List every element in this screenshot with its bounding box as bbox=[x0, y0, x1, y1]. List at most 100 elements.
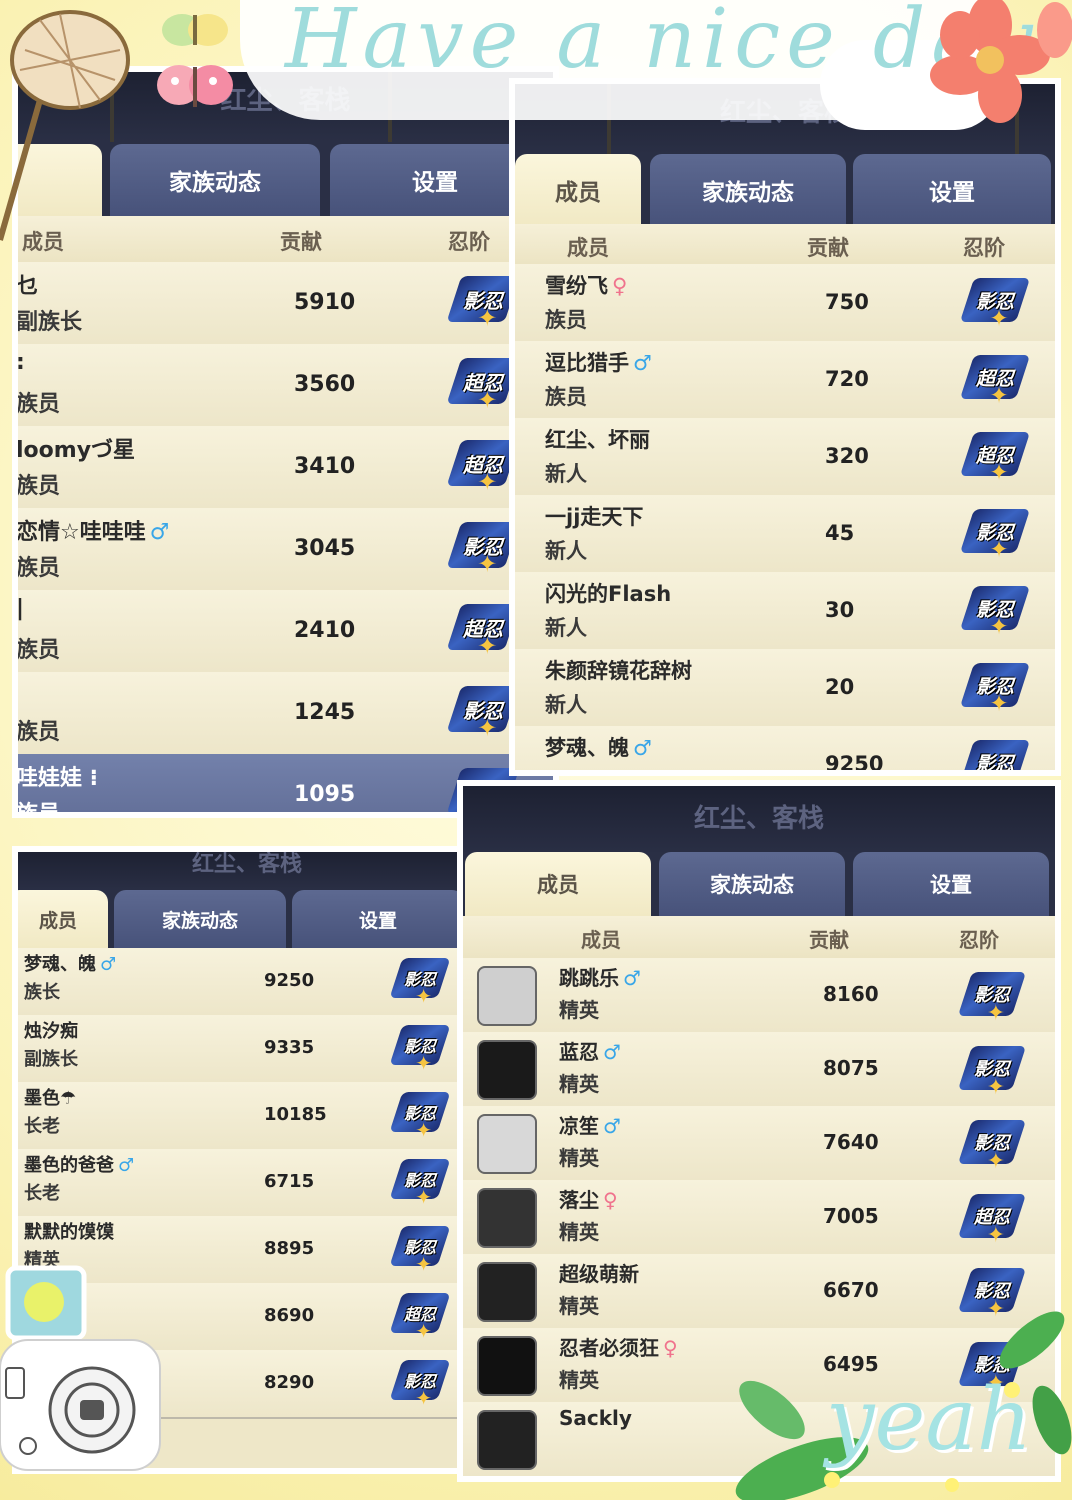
tab-settings[interactable]: 设置 bbox=[853, 852, 1049, 916]
member-contribution: 8895 bbox=[264, 1238, 315, 1259]
star-icon: ✦ bbox=[415, 1319, 432, 1343]
tab-guild-news[interactable]: 家族动态 bbox=[110, 144, 320, 216]
dark-avatar bbox=[477, 1410, 537, 1470]
member-name: 雪纷飞 ♀ bbox=[545, 274, 628, 298]
male-icon: ♂ bbox=[149, 520, 170, 545]
guild-header: 红尘、客栈 bbox=[463, 786, 1055, 856]
member-contribution: 10185 bbox=[264, 1104, 327, 1125]
member-row[interactable]: 凉笙 ♂ 精英 7640 影忍 ✦ bbox=[463, 1106, 1055, 1182]
member-row[interactable]: 墨色的爸爸 ♂ 长老 6715 影忍 ✦ bbox=[18, 1149, 476, 1218]
rank-badge: 超忍✦ bbox=[959, 355, 1031, 409]
header-rank: 忍阶 bbox=[448, 230, 490, 254]
tab-members[interactable]: 成员 bbox=[515, 154, 641, 226]
member-role: 精英 bbox=[559, 1368, 599, 1392]
rank-badge: 影忍✦ bbox=[389, 1226, 451, 1276]
decorative-yeah: yeah bbox=[825, 1370, 1032, 1470]
tab-settings[interactable]: 设置 bbox=[330, 144, 540, 216]
member-row[interactable]: 红尘、坏丽 新人 320 超忍 ✦ bbox=[515, 418, 1055, 497]
member-contribution: 5910 bbox=[294, 290, 356, 315]
rank-badge: 影忍✦ bbox=[959, 278, 1031, 332]
tab-guild-news[interactable]: 家族动态 bbox=[659, 852, 845, 916]
rank-badge: 影忍✦ bbox=[389, 958, 451, 1008]
member-role: 新人 bbox=[545, 462, 587, 486]
member-contribution: 1245 bbox=[294, 700, 356, 725]
butterfly-icon bbox=[162, 14, 228, 46]
rank-badge: 影忍✦ bbox=[446, 522, 520, 578]
member-role: 精英 bbox=[559, 1146, 599, 1170]
badge-label: 影忍 bbox=[975, 752, 1014, 771]
member-row[interactable]: 落尘 ♀ 精英 7005 超忍 ✦ bbox=[463, 1180, 1055, 1256]
member-row[interactable]: 雪纷飞 ♀ 族员 750 影忍 ✦ bbox=[515, 264, 1055, 343]
member-name: 朱颜辞镜花辞树 bbox=[545, 659, 692, 683]
rank-badge: 超忍✦ bbox=[446, 358, 520, 414]
star-icon: ✦ bbox=[989, 537, 1009, 563]
mask-avatar bbox=[477, 1336, 537, 1396]
tab-guild-news[interactable]: 家族动态 bbox=[114, 890, 286, 948]
rank-badge: 影忍✦ bbox=[957, 1120, 1027, 1174]
member-row[interactable]: 闪光的Flash 新人 30 影忍 ✦ bbox=[515, 572, 1055, 651]
member-name: loomyづ星 bbox=[18, 438, 136, 463]
member-row[interactable]: 烛汐痴 副族长 9335 影忍 ✦ bbox=[18, 1015, 476, 1084]
star-icon: ✦ bbox=[415, 1386, 432, 1410]
member-row[interactable]: 梦魂、魄♂ 9250 影忍✦ bbox=[515, 726, 1055, 770]
member-row[interactable]: 梦魂、魄 ♂ 族长 9250 影忍 ✦ bbox=[18, 948, 476, 1017]
member-role: 族员 bbox=[18, 796, 60, 812]
star-icon: ✦ bbox=[415, 1118, 432, 1142]
tab-members[interactable]: 成员 bbox=[465, 852, 651, 916]
star-icon: ✦ bbox=[986, 1223, 1006, 1248]
member-row[interactable]: 朱颜辞镜花辞树 新人 20 影忍 ✦ bbox=[515, 649, 1055, 728]
member-row[interactable]: : 族员 3560 超忍✦ bbox=[18, 344, 553, 428]
member-role: 族员 bbox=[545, 308, 587, 332]
member-contribution: 6670 bbox=[823, 1278, 879, 1302]
member-role: 新人 bbox=[545, 539, 587, 563]
tab-members[interactable]: 成员 bbox=[18, 890, 108, 948]
star-icon: ✦ bbox=[477, 304, 498, 332]
member-contribution: 8290 bbox=[264, 1372, 315, 1393]
bulb-avatar bbox=[477, 1114, 537, 1174]
member-name: 墨色的爸爸 ♂ bbox=[24, 1155, 135, 1176]
guild-name: 红尘、客栈 bbox=[693, 804, 825, 834]
member-row[interactable]: 跳跳乐 ♂ 精英 8160 影忍 ✦ bbox=[463, 958, 1055, 1034]
tab-settings[interactable]: 设置 bbox=[292, 890, 464, 948]
member-name: 梦魂、魄 ♂ bbox=[545, 736, 652, 760]
member-row[interactable]: 恋情☆哇哇哇 ♂ 族员 3045 影忍 ✦ bbox=[18, 508, 553, 592]
member-contribution: 750 bbox=[825, 290, 869, 314]
star-icon: ✦ bbox=[477, 550, 498, 578]
star-icon: ✦ bbox=[989, 460, 1009, 486]
member-row[interactable]: 逗比猎手 ♂ 族员 720 超忍 ✦ bbox=[515, 341, 1055, 420]
member-role: 族员 bbox=[545, 385, 587, 409]
member-row[interactable]: 墨色☂ 长老 10185 影忍 ✦ bbox=[18, 1082, 476, 1151]
star-icon: ✦ bbox=[986, 1149, 1006, 1174]
cat-avatar bbox=[477, 966, 537, 1026]
star-icon: ✦ bbox=[989, 383, 1009, 409]
member-row[interactable]: 蓝忍 ♂ 精英 8075 影忍 ✦ bbox=[463, 1032, 1055, 1108]
star-icon: ✦ bbox=[415, 1051, 432, 1075]
tab-guild-news[interactable]: 家族动态 bbox=[650, 154, 846, 226]
rank-badge: 超忍✦ bbox=[446, 440, 520, 496]
member-contribution: 9250 bbox=[264, 970, 315, 991]
member-row[interactable]: 族员 1245 影忍 ✦ bbox=[18, 672, 553, 756]
tab-settings[interactable]: 设置 bbox=[853, 154, 1051, 226]
member-row[interactable]: loomyづ星 族员 3410 超忍 ✦ bbox=[18, 426, 553, 510]
member-name: 红尘、坏丽 bbox=[545, 428, 650, 452]
member-name: 梦魂、魄 ♂ bbox=[24, 954, 117, 975]
member-row[interactable]: 乜副族长 5910 影忍 ✦ bbox=[18, 262, 553, 346]
header-member: 成员 bbox=[581, 928, 621, 952]
rank-badge: 影忍✦ bbox=[389, 1092, 451, 1142]
member-name: 蓝忍 ♂ bbox=[559, 1040, 621, 1064]
member-role: 族员 bbox=[18, 720, 61, 745]
guild-header: 红尘、客栈 bbox=[18, 852, 476, 892]
member-row[interactable]: 一jj走天下 新人 45 影忍 ✦ bbox=[515, 495, 1055, 574]
guild-name: 红尘、客栈 bbox=[191, 852, 303, 877]
member-role: 精英 bbox=[559, 998, 599, 1022]
member-role: 长老 bbox=[24, 1183, 60, 1204]
member-role: 精英 bbox=[559, 1220, 599, 1244]
header-contribution: 贡献 bbox=[280, 230, 322, 254]
rank-badge: 影忍✦ bbox=[959, 740, 1031, 771]
member-contribution: 8160 bbox=[823, 982, 879, 1006]
rank-badge: 影忍✦ bbox=[389, 1360, 451, 1410]
male-icon: ♂ bbox=[603, 1114, 621, 1138]
member-role: 族员 bbox=[18, 638, 61, 663]
female-icon: ♀ bbox=[663, 1336, 678, 1360]
member-row[interactable]: | 族员 2410 超忍 ✦ bbox=[18, 590, 553, 674]
